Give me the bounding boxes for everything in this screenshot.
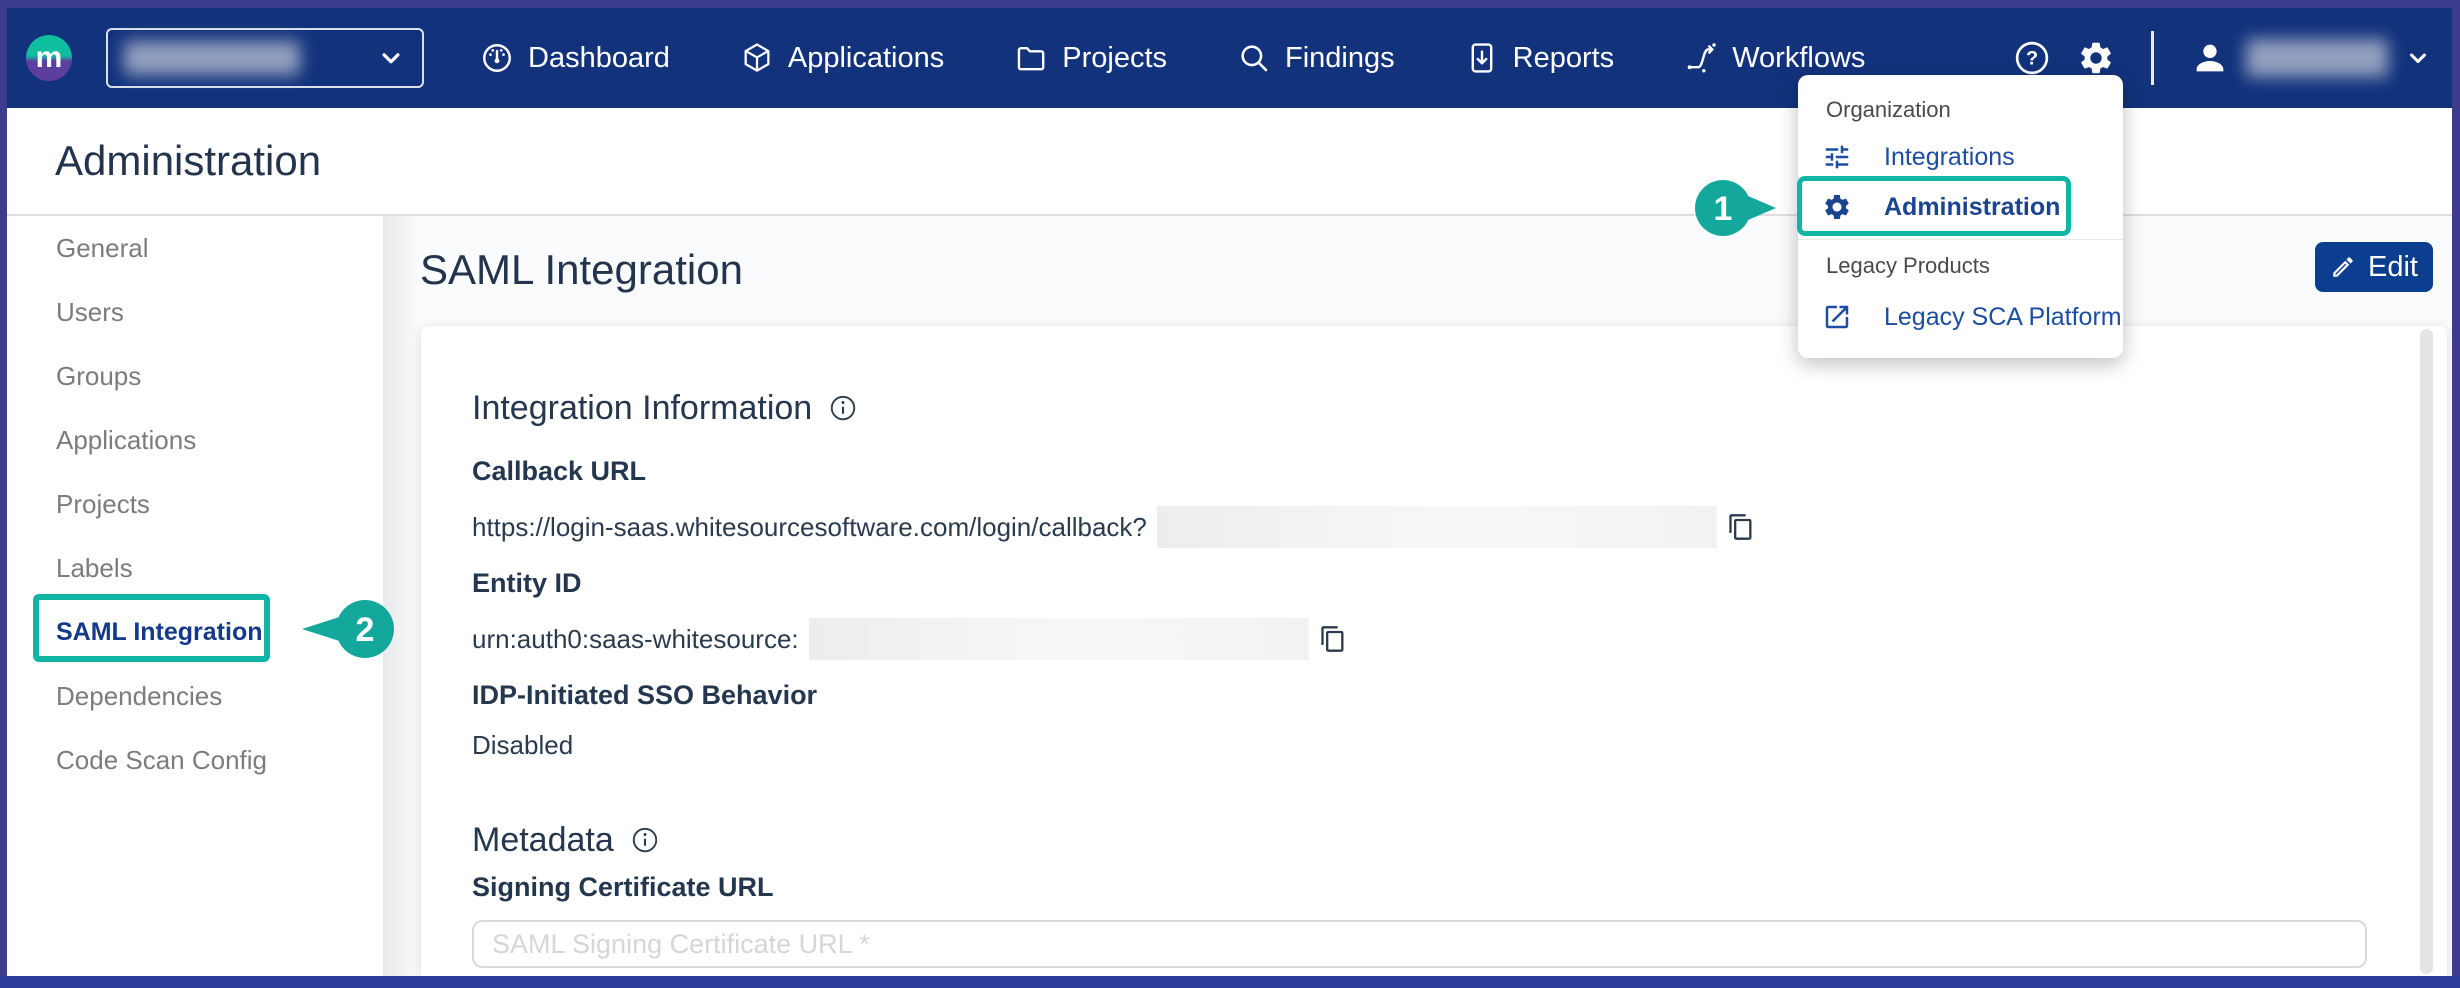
copy-icon <box>1319 625 1347 653</box>
org-selector-dropdown[interactable] <box>106 28 424 88</box>
redacted-text-blur <box>1157 506 1717 548</box>
entity-id-row: urn:auth0:saas-whitesource: <box>472 618 2317 660</box>
vertical-scrollbar[interactable] <box>2420 329 2433 974</box>
menu-item-label: Integrations <box>1884 143 2015 172</box>
nav-item-workflows[interactable]: Workflows <box>1684 41 1865 75</box>
nav-label: Projects <box>1062 42 1167 75</box>
callback-url-row: https://login-saas.whitesourcesoftware.c… <box>472 506 2317 548</box>
window-frame-right <box>2452 0 2460 988</box>
copy-callback-url-button[interactable] <box>1727 513 1755 541</box>
sidebar-item-dependencies[interactable]: Dependencies <box>0 664 383 728</box>
sidebar-item-groups[interactable]: Groups <box>0 344 383 408</box>
user-icon <box>2190 38 2230 78</box>
menu-section-organization: Organization <box>1826 97 1951 123</box>
section-heading-label: Metadata <box>472 821 614 860</box>
nav-item-findings[interactable]: Findings <box>1237 41 1395 75</box>
nav-label: Applications <box>788 42 944 75</box>
logo-glyph: m <box>36 43 63 73</box>
integration-information-heading: Integration Information <box>472 386 2317 430</box>
admin-sidebar: General Users Groups Applications Projec… <box>0 216 383 976</box>
edit-button-label: Edit <box>2368 251 2418 284</box>
saml-settings-panel: Integration Information Callback URL htt… <box>421 326 2447 976</box>
copy-entity-id-button[interactable] <box>1319 625 1347 653</box>
entity-id-value: urn:auth0:saas-whitesource: <box>472 624 799 655</box>
sidebar-item-general[interactable]: General <box>0 216 383 280</box>
primary-nav: Dashboard Applications Projects Findings… <box>480 41 1865 75</box>
svg-text:2: 2 <box>356 611 375 649</box>
help-button[interactable]: ? <box>2013 39 2051 77</box>
org-name-redacted <box>124 41 300 75</box>
main-content: SAML Integration Edit Integration Inform… <box>383 216 2452 976</box>
nav-item-reports[interactable]: Reports <box>1465 41 1615 75</box>
user-menu[interactable] <box>2190 38 2432 78</box>
nav-item-dashboard[interactable]: Dashboard <box>480 41 670 75</box>
navbar-divider <box>2151 31 2154 85</box>
app-window: m Dashboard Applications Projects Findin… <box>0 0 2460 988</box>
menu-item-label: Legacy SCA Platform <box>1884 303 2122 332</box>
nav-label: Findings <box>1285 42 1395 75</box>
page-title: Administration <box>55 137 321 185</box>
idp-sso-label: IDP-Initiated SSO Behavior <box>472 680 2317 714</box>
window-frame-bottom <box>0 976 2460 988</box>
external-link-icon <box>1822 302 1852 332</box>
gear-icon <box>2077 39 2115 77</box>
folder-icon <box>1014 41 1048 75</box>
user-name-redacted <box>2246 39 2388 77</box>
callback-url-value: https://login-saas.whitesourcesoftware.c… <box>472 512 1147 543</box>
nav-label: Reports <box>1513 42 1615 75</box>
nav-label: Workflows <box>1732 42 1865 75</box>
svg-text:?: ? <box>2026 48 2038 70</box>
workflow-icon <box>1684 41 1718 75</box>
nav-label: Dashboard <box>528 42 670 75</box>
section-heading-label: Integration Information <box>472 389 812 428</box>
annotation-step-2: 2 <box>296 598 398 660</box>
entity-id-label: Entity ID <box>472 568 2317 602</box>
settings-menu: Organization Integrations Administration… <box>1798 75 2123 358</box>
redacted-text-blur <box>809 618 1309 660</box>
idp-sso-value: Disabled <box>472 730 2317 764</box>
pencil-icon <box>2330 254 2356 280</box>
menu-item-integrations[interactable]: Integrations <box>1822 137 2015 177</box>
settings-button[interactable] <box>2077 39 2115 77</box>
svg-text:1: 1 <box>1714 190 1733 228</box>
mend-logo: m <box>26 35 72 81</box>
info-icon[interactable] <box>828 393 858 423</box>
copy-icon <box>1727 513 1755 541</box>
gear-icon <box>1822 192 1852 222</box>
sliders-icon <box>1822 142 1852 172</box>
info-icon[interactable] <box>630 825 660 855</box>
sidebar-item-labels[interactable]: Labels <box>0 536 383 600</box>
menu-item-legacy-sca-platform[interactable]: Legacy SCA Platform <box>1822 297 2122 337</box>
nav-item-projects[interactable]: Projects <box>1014 41 1167 75</box>
help-icon: ? <box>2013 39 2051 77</box>
chevron-down-icon <box>376 43 406 73</box>
window-frame-top <box>0 0 2460 8</box>
sidebar-item-code-scan-config[interactable]: Code Scan Config <box>0 728 383 792</box>
window-frame-left <box>0 0 7 988</box>
nav-item-applications[interactable]: Applications <box>740 41 944 75</box>
search-icon <box>1237 41 1271 75</box>
cube-icon <box>740 41 774 75</box>
sidebar-edge-shadow <box>383 216 419 976</box>
menu-section-legacy-products: Legacy Products <box>1826 253 1990 279</box>
menu-divider <box>1798 239 2123 240</box>
signing-certificate-url-input[interactable] <box>472 920 2367 968</box>
callback-url-label: Callback URL <box>472 456 2317 490</box>
annotation-step-1: 1 <box>1692 178 1782 238</box>
dashboard-icon <box>480 41 514 75</box>
report-icon <box>1465 41 1499 75</box>
sidebar-item-users[interactable]: Users <box>0 280 383 344</box>
panel-content: Integration Information Callback URL htt… <box>421 326 2447 968</box>
chevron-down-icon <box>2404 44 2432 72</box>
menu-item-label: Administration <box>1884 193 2060 222</box>
edit-button[interactable]: Edit <box>2315 242 2433 292</box>
signing-certificate-url-label: Signing Certificate URL <box>472 872 2317 906</box>
sidebar-item-projects[interactable]: Projects <box>0 472 383 536</box>
sidebar-item-applications[interactable]: Applications <box>0 408 383 472</box>
saml-integration-title: SAML Integration <box>420 246 743 294</box>
metadata-heading: Metadata <box>472 818 2317 862</box>
menu-item-administration[interactable]: Administration <box>1822 187 2060 227</box>
